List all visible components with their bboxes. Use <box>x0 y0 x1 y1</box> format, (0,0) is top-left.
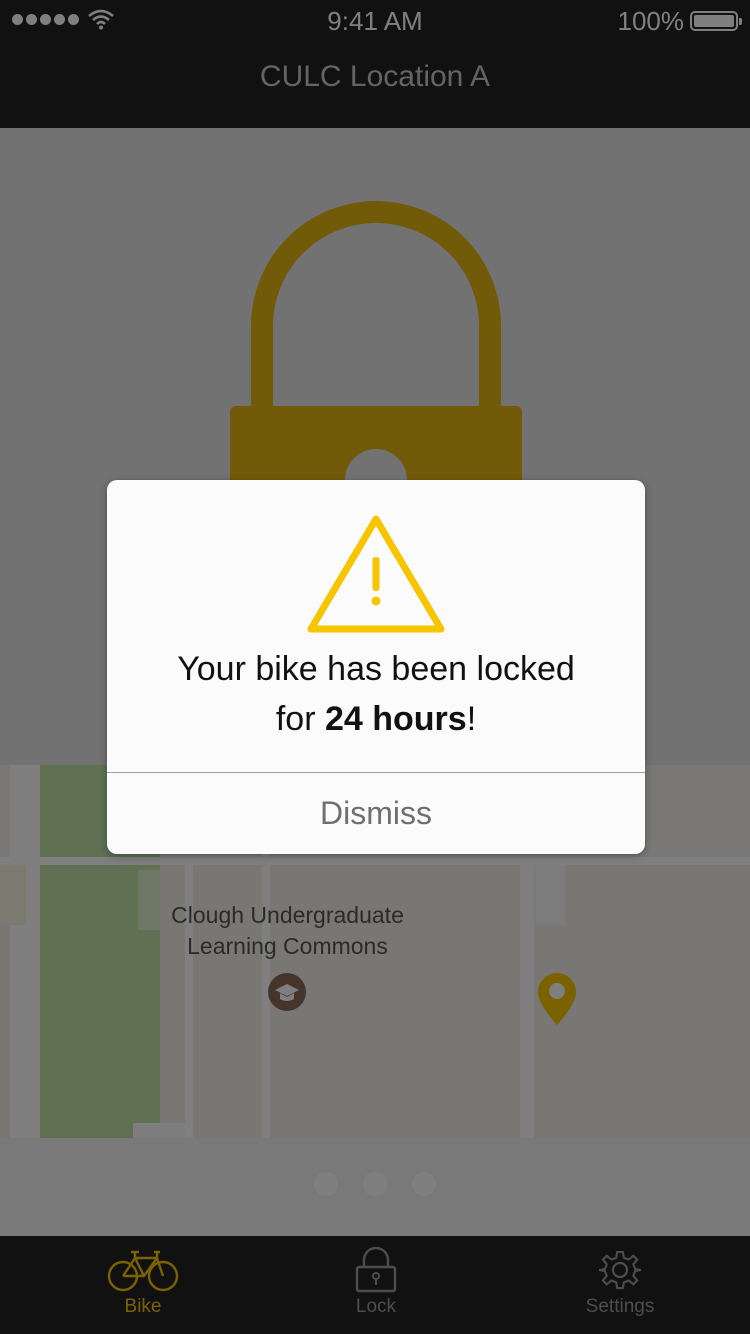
alert-message-prefix: for <box>275 700 325 738</box>
dismiss-button[interactable]: Dismiss <box>107 773 645 854</box>
alert-message: Your bike has been locked for 24 hours! <box>127 644 625 744</box>
alert-dialog: Your bike has been locked for 24 hours! … <box>107 480 645 854</box>
alert-message-suffix: ! <box>466 700 477 738</box>
alert-message-duration: 24 hours <box>324 700 467 738</box>
alert-message-line1: Your bike has been locked <box>177 650 575 688</box>
warning-triangle-icon <box>307 515 445 633</box>
